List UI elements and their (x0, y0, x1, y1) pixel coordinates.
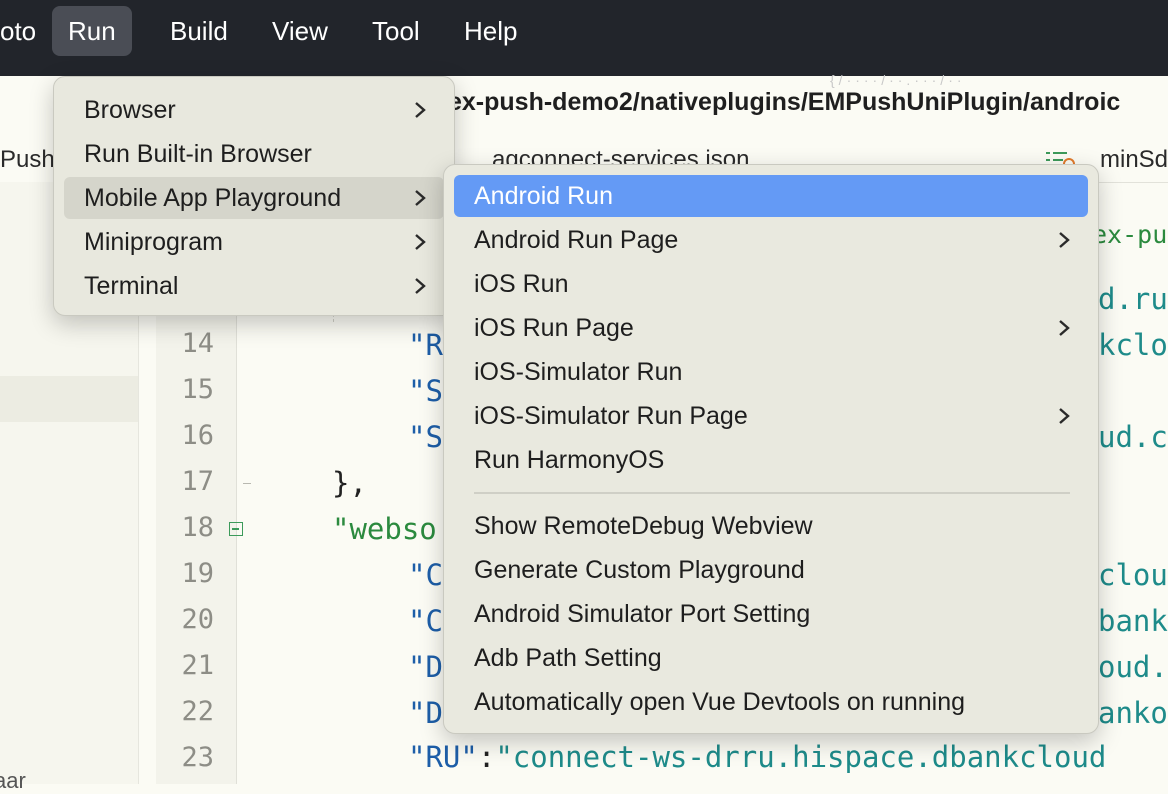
menu-item-android-run[interactable]: Android Run (454, 175, 1088, 217)
tab-minsdk[interactable]: minSd (1100, 146, 1168, 174)
menu-item-ios-run-page[interactable]: iOS Run Page (454, 307, 1088, 349)
menubar-item-help[interactable]: Help (448, 6, 533, 56)
sidebar-item-aar[interactable]: aar (0, 768, 26, 794)
menu-item-miniprogram[interactable]: Miniprogram (64, 221, 444, 263)
menu-item-android-run-page[interactable]: Android Run Page (454, 219, 1088, 261)
json-value: "connect-ws-drru.hispace.dbankcloud (495, 740, 1107, 774)
fold-toggle-icon[interactable] (229, 522, 243, 536)
fold-end-marker (243, 483, 251, 484)
code-fragment: "S (408, 420, 443, 454)
line-number: 19 (181, 558, 214, 589)
chevron-right-icon (1059, 320, 1070, 336)
menu-item-label: Show RemoteDebug Webview (474, 512, 813, 540)
menu-item-mobile-app-playground[interactable]: Mobile App Playground (64, 177, 444, 219)
chevron-right-icon (415, 190, 426, 206)
code-fragment: anko (1098, 696, 1168, 730)
line-number: 23 (181, 742, 214, 773)
menu-separator (474, 492, 1070, 494)
menu-item-android-simulator-port-setting[interactable]: Android Simulator Port Setting (454, 593, 1088, 635)
chevron-right-icon (1059, 232, 1070, 248)
menu-item-label: Run Built-in Browser (84, 140, 312, 168)
chevron-right-icon (415, 278, 426, 294)
menu-item-run-harmonyos[interactable]: Run HarmonyOS (454, 439, 1088, 481)
menu-item-label: Android Run (474, 182, 613, 210)
menu-item-open-vue-devtools[interactable]: Automatically open Vue Devtools on runni… (454, 681, 1088, 723)
menu-item-label: Run HarmonyOS (474, 446, 665, 474)
code-fragment: ex-pu (1092, 220, 1168, 249)
line-number: 14 (181, 328, 214, 359)
menu-item-ios-simulator-run-page[interactable]: iOS-Simulator Run Page (454, 395, 1088, 437)
menu-item-label: iOS Run (474, 270, 569, 298)
line-number: 16 (181, 420, 214, 451)
faint-path-text: {/····/··.···/·· (830, 72, 966, 88)
menubar-item-tool[interactable]: Tool (356, 6, 436, 56)
menu-item-label: iOS Run Page (474, 314, 634, 342)
mobile-app-playground-submenu: Android Run Android Run Page iOS Run iOS… (443, 164, 1099, 734)
chevron-right-icon (1059, 408, 1070, 424)
code-fragment: cloud (1098, 558, 1168, 592)
chevron-right-icon (415, 234, 426, 250)
line-number: 21 (181, 650, 214, 681)
menu-item-browser[interactable]: Browser (64, 89, 444, 131)
menu-item-generate-custom-playground[interactable]: Generate Custom Playground (454, 549, 1088, 591)
menubar-item-goto[interactable]: oto (0, 6, 52, 56)
menu-item-label: Automatically open Vue Devtools on runni… (474, 688, 966, 716)
menu-item-label: Miniprogram (84, 228, 223, 256)
chevron-right-icon (415, 102, 426, 118)
menu-item-label: Browser (84, 96, 176, 124)
code-fragment: "S (408, 374, 443, 408)
menubar-item-build[interactable]: Build (154, 6, 244, 56)
menu-item-terminal[interactable]: Terminal (64, 265, 444, 307)
code-fragment: oud. (1098, 650, 1168, 684)
line-number: 15 (181, 374, 214, 405)
line-number: 20 (181, 604, 214, 635)
code-fragment: "webso (332, 512, 437, 546)
file-path: ex-push-demo2/nativeplugins/EMPushUniPlu… (448, 88, 1121, 116)
menu-item-label: Android Simulator Port Setting (474, 600, 811, 628)
code-fragment: "C (408, 558, 443, 592)
menu-item-adb-path-setting[interactable]: Adb Path Setting (454, 637, 1088, 679)
json-colon: : (477, 740, 496, 774)
menu-item-label: iOS-Simulator Run (474, 358, 683, 386)
menu-item-ios-run[interactable]: iOS Run (454, 263, 1088, 305)
menu-item-label: Adb Path Setting (474, 644, 662, 672)
menu-item-run-built-in-browser[interactable]: Run Built-in Browser (64, 133, 444, 175)
code-fragment: bank (1098, 604, 1168, 638)
menu-item-label: iOS-Simulator Run Page (474, 402, 748, 430)
menu-item-label: Android Run Page (474, 226, 679, 254)
code-fragment: kclo (1098, 328, 1168, 362)
line-number: 18 (181, 512, 214, 543)
line-number: 17 (181, 466, 214, 497)
menubar: oto Run Build View Tool Help (0, 0, 1168, 76)
code-fragment: "C (408, 604, 443, 638)
json-key: "RU" (408, 740, 478, 774)
menubar-item-view[interactable]: View (256, 6, 344, 56)
menu-item-label: Mobile App Playground (84, 184, 342, 212)
code-fragment: d.ru (1098, 282, 1168, 316)
line-number: 22 (181, 696, 214, 727)
code-fragment: "D (408, 650, 443, 684)
code-fragment: }, (332, 466, 367, 500)
sidebar-selected-row[interactable] (0, 376, 138, 422)
menu-item-ios-simulator-run[interactable]: iOS-Simulator Run (454, 351, 1088, 393)
run-menu: Browser Run Built-in Browser Mobile App … (53, 76, 455, 316)
code-fragment: "R (408, 328, 443, 362)
menu-item-label: Terminal (84, 272, 179, 300)
code-fragment: "D (408, 696, 443, 730)
code-line-23: "RU":"connect-ws-drru.hispace.dbankcloud (408, 740, 1106, 774)
code-fragment: ud.c (1098, 420, 1168, 454)
menu-item-show-remotedebug-webview[interactable]: Show RemoteDebug Webview (454, 505, 1088, 547)
menubar-item-run[interactable]: Run (52, 6, 132, 56)
menu-item-label: Generate Custom Playground (474, 556, 805, 584)
